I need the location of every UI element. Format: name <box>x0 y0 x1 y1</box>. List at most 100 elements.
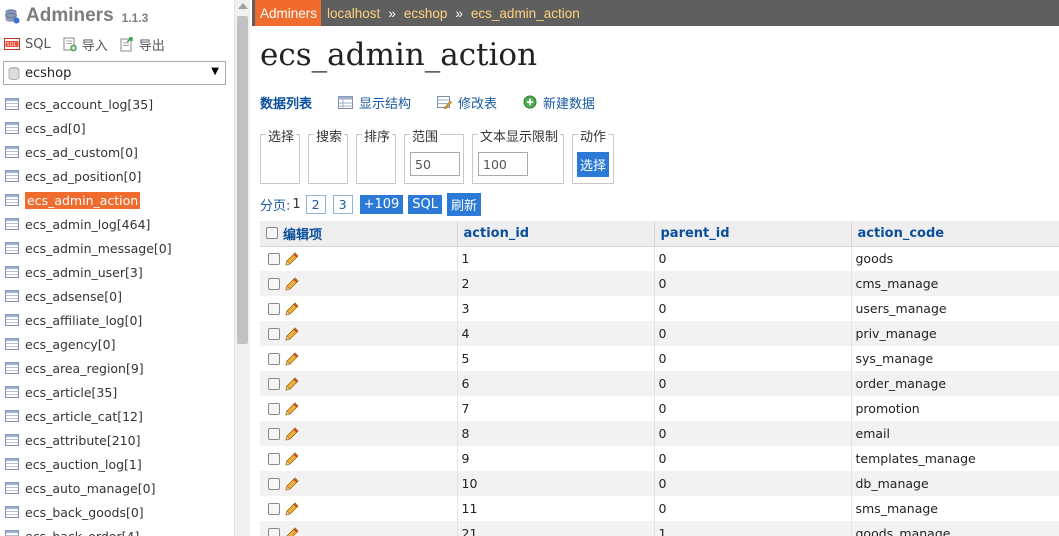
cell-action-code[interactable]: sms_manage <box>851 496 1059 521</box>
row-checkbox[interactable] <box>268 352 280 365</box>
sidebar-table-item[interactable]: ecs_article_cat[12] <box>3 404 231 428</box>
cell-action-code[interactable]: priv_manage <box>851 321 1059 346</box>
cell-parent-id[interactable]: 0 <box>654 271 852 296</box>
cell-action-id[interactable]: 7 <box>457 396 655 421</box>
alter-table-link[interactable]: 修改表 <box>437 93 497 112</box>
pencil-edit-icon[interactable] <box>284 326 300 342</box>
show-structure-link[interactable]: 显示结构 <box>338 93 411 112</box>
cell-parent-id[interactable]: 0 <box>654 321 852 346</box>
search-fieldset[interactable]: 搜索 <box>308 126 348 184</box>
cell-action-id[interactable]: 9 <box>457 446 655 471</box>
select-all-checkbox[interactable] <box>266 227 278 240</box>
sidebar-table-item[interactable]: ecs_admin_action <box>3 188 231 212</box>
sidebar-table-item[interactable]: ecs_auto_manage[0] <box>3 476 231 500</box>
row-checkbox[interactable] <box>268 302 280 315</box>
sort-legend[interactable]: 排序 <box>362 126 393 145</box>
cell-parent-id[interactable]: 0 <box>654 296 852 321</box>
column-header-parent-id[interactable]: parent_id <box>654 221 852 247</box>
text-limit-input[interactable] <box>478 152 528 176</box>
cell-action-code[interactable]: db_manage <box>851 471 1059 496</box>
row-checkbox[interactable] <box>268 402 280 415</box>
row-checkbox[interactable] <box>268 277 280 290</box>
cell-action-id[interactable]: 2 <box>457 271 655 296</box>
sort-fieldset[interactable]: 排序 <box>356 126 396 184</box>
breadcrumb-database[interactable]: ecshop <box>404 6 448 21</box>
breadcrumb-table[interactable]: ecs_admin_action <box>471 6 580 21</box>
cell-parent-id[interactable]: 0 <box>654 246 852 271</box>
sidebar-table-item[interactable]: ecs_admin_message[0] <box>3 236 231 260</box>
sidebar-table-item[interactable]: ecs_admin_user[3] <box>3 260 231 284</box>
sidebar-table-item[interactable]: ecs_ad[0] <box>3 116 231 140</box>
cell-action-id[interactable]: 8 <box>457 421 655 446</box>
sidebar-table-item[interactable]: ecs_attribute[210] <box>3 428 231 452</box>
cell-action-id[interactable]: 1 <box>457 246 655 271</box>
sidebar-table-item[interactable]: ecs_account_log[35] <box>3 92 231 116</box>
row-checkbox[interactable] <box>268 452 280 465</box>
search-legend[interactable]: 搜索 <box>314 126 345 145</box>
new-data-link[interactable]: 新建数据 <box>523 93 595 112</box>
select-columns-fieldset[interactable]: 选择 <box>260 126 300 184</box>
export-button[interactable]: 导出 <box>120 35 165 54</box>
cell-action-code[interactable]: users_manage <box>851 296 1059 321</box>
sidebar-table-item[interactable]: ecs_auction_log[1] <box>3 452 231 476</box>
pencil-edit-icon[interactable] <box>284 351 300 367</box>
sidebar-table-item[interactable]: ecs_ad_position[0] <box>3 164 231 188</box>
column-header-action-code[interactable]: action_code <box>851 221 1059 247</box>
cell-action-id[interactable]: 5 <box>457 346 655 371</box>
cell-parent-id[interactable]: 0 <box>654 471 852 496</box>
row-checkbox[interactable] <box>268 427 280 440</box>
scroll-up-arrow-icon[interactable] <box>238 3 248 9</box>
pencil-edit-icon[interactable] <box>284 501 300 517</box>
page-link-2[interactable]: 2 <box>305 194 326 214</box>
pencil-edit-icon[interactable] <box>284 526 300 536</box>
sql-query-button[interactable]: SQL <box>408 194 443 214</box>
database-select[interactable]: ecshop ▼ <box>3 61 226 85</box>
sidebar-table-item[interactable]: ecs_back_order[4] <box>3 524 231 536</box>
sql-button[interactable]: SQL SQL <box>4 37 51 52</box>
sidebar-scrollbar[interactable] <box>234 0 250 536</box>
pencil-edit-icon[interactable] <box>284 276 300 292</box>
row-checkbox[interactable] <box>268 377 280 390</box>
cell-parent-id[interactable]: 0 <box>654 446 852 471</box>
range-limit-input[interactable] <box>410 152 460 176</box>
sidebar-table-item[interactable]: ecs_ad_custom[0] <box>3 140 231 164</box>
pencil-edit-icon[interactable] <box>284 251 300 267</box>
sidebar-table-item[interactable]: ecs_article[35] <box>3 380 231 404</box>
cell-action-code[interactable]: sys_manage <box>851 346 1059 371</box>
cell-parent-id[interactable]: 1 <box>654 521 852 536</box>
cell-action-code[interactable]: templates_manage <box>851 446 1059 471</box>
pencil-edit-icon[interactable] <box>284 476 300 492</box>
cell-action-id[interactable]: 4 <box>457 321 655 346</box>
import-button[interactable]: 导入 <box>63 35 108 54</box>
row-checkbox[interactable] <box>268 477 280 490</box>
sidebar-table-item[interactable]: ecs_agency[0] <box>3 332 231 356</box>
sidebar-table-item[interactable]: ecs_back_goods[0] <box>3 500 231 524</box>
row-checkbox[interactable] <box>268 253 280 265</box>
row-checkbox[interactable] <box>268 327 280 340</box>
cell-action-code[interactable]: email <box>851 421 1059 446</box>
cell-parent-id[interactable]: 0 <box>654 396 852 421</box>
cell-action-code[interactable]: goods <box>851 246 1059 271</box>
cell-action-code[interactable]: promotion <box>851 396 1059 421</box>
column-header-action-id[interactable]: action_id <box>457 221 655 247</box>
cell-action-code[interactable]: goods_manage <box>851 521 1059 536</box>
pencil-edit-icon[interactable] <box>284 451 300 467</box>
cell-action-id[interactable]: 3 <box>457 296 655 321</box>
pencil-edit-icon[interactable] <box>284 376 300 392</box>
breadcrumb-server[interactable]: localhost <box>327 6 380 21</box>
cell-action-code[interactable]: cms_manage <box>851 271 1059 296</box>
row-checkbox[interactable] <box>268 502 280 515</box>
sidebar-table-item[interactable]: ecs_adsense[0] <box>3 284 231 308</box>
cell-action-id[interactable]: 21 <box>457 521 655 536</box>
data-list-link[interactable]: 数据列表 <box>260 93 312 112</box>
cell-parent-id[interactable]: 0 <box>654 496 852 521</box>
select-columns-legend[interactable]: 选择 <box>266 126 297 145</box>
breadcrumb-home[interactable]: Adminers <box>255 0 322 26</box>
scrollbar-thumb[interactable] <box>237 16 248 344</box>
sidebar-table-item[interactable]: ecs_admin_log[464] <box>3 212 231 236</box>
cell-action-id[interactable]: 6 <box>457 371 655 396</box>
cell-parent-id[interactable]: 0 <box>654 371 852 396</box>
pencil-edit-icon[interactable] <box>284 426 300 442</box>
pencil-edit-icon[interactable] <box>284 301 300 317</box>
sidebar-table-item[interactable]: ecs_area_region[9] <box>3 356 231 380</box>
